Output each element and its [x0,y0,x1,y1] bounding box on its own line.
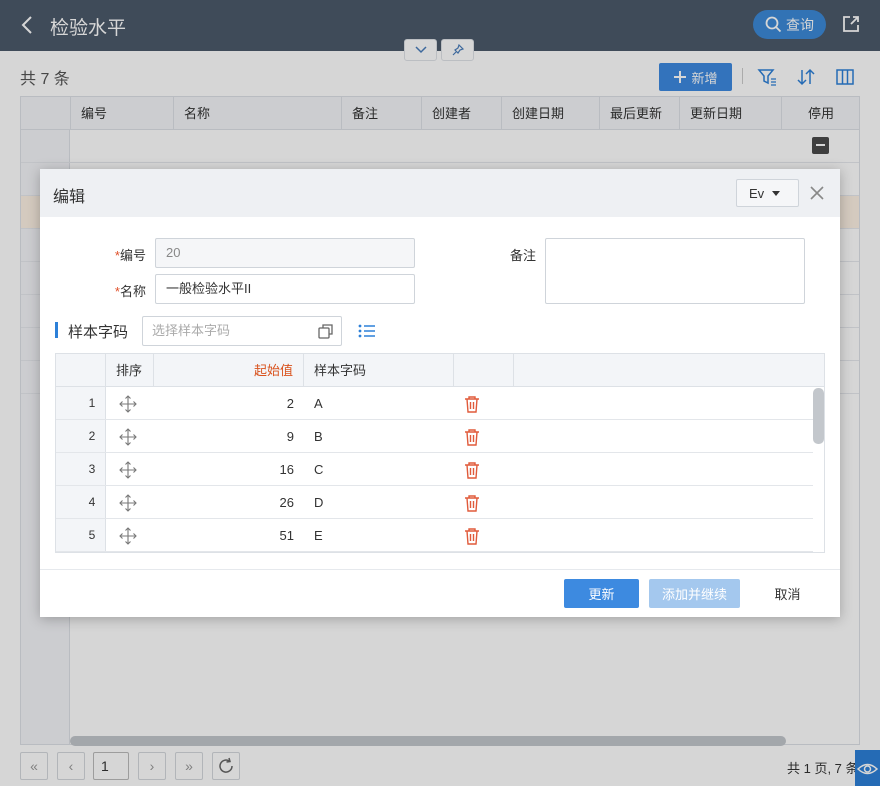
sample-code-grid: 排序 起始值 样本字码 1 2 A 2 9 B 3 16 C 4 26 D 5 … [55,353,825,553]
trash-icon[interactable] [463,395,481,413]
code-field-label: *编号 [100,245,146,264]
name-field-label: *名称 [100,281,146,300]
row-number: 1 [88,396,96,410]
column-header-sort[interactable]: 排序 [106,354,154,387]
drag-handle-icon[interactable] [118,394,138,414]
trash-icon[interactable] [463,494,481,512]
add-and-continue-button: 添加并继续 [649,579,740,608]
update-button[interactable]: 更新 [564,579,639,608]
row-number: 5 [88,528,96,542]
trash-icon[interactable] [463,527,481,545]
sample-code-grid-header: 排序 起始值 样本字码 [56,354,824,387]
cancel-button[interactable]: 取消 [755,579,820,608]
sample-code-cell[interactable]: B [314,420,323,453]
edit-dialog: 编辑 Ev *编号 20 *名称 一般检验水平II 备注 样本字码 选择样本字码… [40,169,840,617]
sample-code-cell[interactable]: C [314,453,323,486]
sample-code-cell[interactable]: D [314,486,323,519]
table-row[interactable]: 4 26 D [56,486,813,519]
drag-handle-icon[interactable] [118,460,138,480]
language-select-value: Ev [749,185,765,201]
vertical-scrollbar[interactable] [813,388,824,444]
drag-handle-icon[interactable] [118,493,138,513]
dialog-footer-divider [40,569,840,570]
close-icon[interactable] [809,185,825,201]
code-label-text: 编号 [119,248,146,263]
sample-code-cell[interactable]: A [314,387,323,420]
trash-icon[interactable] [463,428,481,446]
start-value-cell[interactable]: 26 [154,486,294,519]
dialog-title: 编辑 [53,189,86,206]
table-row[interactable]: 2 9 B [56,420,813,453]
start-value-cell[interactable]: 2 [154,387,294,420]
drag-handle-icon[interactable] [118,526,138,546]
section-accent-bar [55,322,58,338]
name-label-text: 名称 [119,284,146,299]
row-number: 3 [88,462,96,476]
sample-code-cell[interactable]: E [314,519,323,552]
start-value-cell[interactable]: 16 [154,453,294,486]
remark-field-label: 备注 [509,248,536,263]
remark-field[interactable] [545,238,805,304]
start-value-cell[interactable]: 51 [154,519,294,552]
language-select[interactable]: Ev [736,179,799,207]
sample-code-section-title: 样本字码 [68,324,129,341]
list-icon[interactable] [358,323,376,339]
caret-down-icon [772,190,781,196]
trash-icon[interactable] [463,461,481,479]
row-number: 2 [88,429,96,443]
copy-icon[interactable] [318,323,334,339]
code-field: 20 [155,238,415,268]
name-field[interactable]: 一般检验水平II [155,274,415,304]
dialog-header: 编辑 Ev [40,169,840,217]
sample-code-picker[interactable]: 选择样本字码 [142,316,342,346]
column-header-actions [454,354,514,387]
table-row[interactable]: 1 2 A [56,387,813,420]
column-header-sample-code[interactable]: 样本字码 [304,354,454,387]
table-row[interactable]: 3 16 C [56,453,813,486]
column-header-start-value[interactable]: 起始值 [154,354,304,387]
drag-handle-icon[interactable] [118,427,138,447]
row-number: 4 [88,495,96,509]
row-number-header [56,354,106,387]
table-row[interactable]: 5 51 E [56,519,813,552]
start-value-cell[interactable]: 9 [154,420,294,453]
